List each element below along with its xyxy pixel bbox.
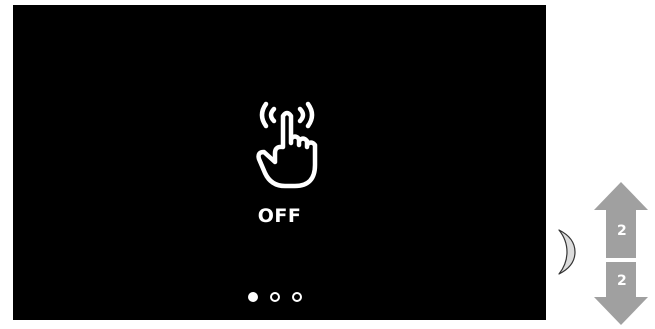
device-screen: OFF [13, 5, 546, 320]
arrow-down-icon [594, 262, 648, 325]
touch-hand-icon[interactable] [241, 93, 333, 193]
scroll-up-label: 2 [617, 223, 627, 239]
page-dot[interactable] [270, 292, 280, 302]
scroll-down-label: 2 [617, 273, 627, 289]
scroll-down-button[interactable]: 2 [592, 262, 650, 325]
arrow-up-icon [594, 182, 648, 258]
page-indicator [248, 291, 318, 307]
page-dot-active[interactable] [248, 292, 258, 302]
status-label: OFF [257, 205, 302, 227]
page-dot[interactable] [292, 292, 302, 302]
scroll-up-button[interactable]: 2 [592, 180, 650, 258]
side-knob-icon[interactable] [557, 228, 577, 276]
